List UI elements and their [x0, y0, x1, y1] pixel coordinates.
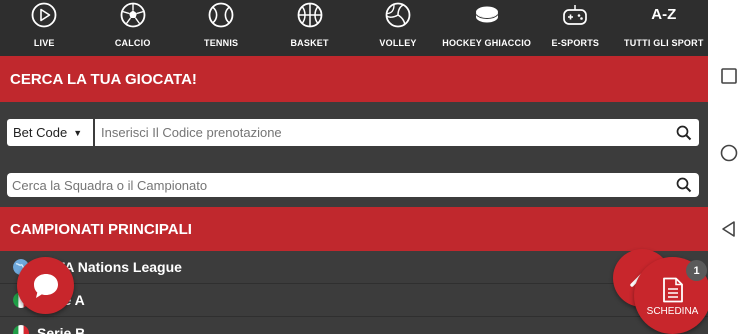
sport-tab-esports[interactable]: E-SPORTS	[531, 0, 619, 56]
sport-label: CALCIO	[114, 38, 151, 48]
league-name: Serie B	[37, 325, 86, 334]
league-item[interactable]: Serie A	[0, 284, 708, 317]
sport-tab-tennis[interactable]: TENNIS	[177, 0, 265, 56]
chat-button[interactable]	[17, 257, 74, 314]
gamepad-icon	[563, 5, 588, 25]
home-circle-icon[interactable]	[719, 143, 739, 163]
search-section-header: CERCA LA TUA GIOCATA!	[0, 56, 708, 102]
hockey-puck-icon	[475, 6, 499, 23]
bet-code-label: Bet Code	[13, 125, 68, 140]
app-screen: LIVE CALCIO TENNIS BASKET VOLLEY HOCKEY …	[0, 0, 708, 334]
league-item[interactable]: UEFA Nations League	[0, 251, 708, 284]
bet-slip-label: SCHEDINA	[646, 306, 699, 317]
sport-tab-hockey[interactable]: HOCKEY GHIACCIO	[442, 0, 531, 56]
booking-code-field	[95, 119, 699, 146]
chat-bubble-icon	[33, 273, 58, 298]
basketball-icon	[297, 2, 322, 28]
android-nav-bar	[708, 0, 750, 334]
sport-label: BASKET	[290, 38, 329, 48]
a-z-icon: A-Z	[651, 6, 677, 23]
volleyball-icon	[385, 2, 411, 28]
sport-label: TENNIS	[204, 38, 239, 48]
tennis-ball-icon	[208, 2, 234, 28]
recents-square-icon[interactable]	[719, 66, 739, 86]
caret-down-icon: ▼	[73, 127, 83, 138]
sport-label: E-SPORTS	[551, 38, 600, 48]
sport-label: LIVE	[33, 38, 55, 48]
team-search-input[interactable]	[7, 176, 603, 194]
italy-flag-icon	[13, 325, 29, 334]
play-circle-icon	[31, 2, 57, 28]
document-icon	[663, 277, 683, 303]
team-search-field	[7, 173, 699, 197]
sport-tab-all-sports[interactable]: A-Z TUTTI GLI SPORT	[620, 0, 708, 56]
search-icon[interactable]	[676, 125, 692, 141]
bet-code-dropdown[interactable]: Bet Code ▼	[7, 119, 93, 146]
sport-label: TUTTI GLI SPORT	[624, 38, 704, 48]
sport-tab-basket[interactable]: BASKET	[265, 0, 353, 56]
league-item[interactable]: Serie B	[0, 317, 708, 334]
sport-tab-volley[interactable]: VOLLEY	[354, 0, 442, 56]
leagues-section-title: CAMPIONATI PRINCIPALI	[10, 220, 192, 238]
search-section-title: CERCA LA TUA GIOCATA!	[10, 70, 197, 88]
sport-label: HOCKEY GHIACCIO	[442, 38, 532, 48]
booking-code-input[interactable]	[95, 124, 617, 141]
sport-tab-live[interactable]: LIVE	[0, 0, 88, 56]
soccer-ball-icon	[120, 2, 146, 28]
bet-slip-count-badge: 1	[686, 260, 707, 281]
search-icon[interactable]	[676, 177, 692, 193]
back-triangle-icon[interactable]	[719, 219, 739, 239]
sport-label: VOLLEY	[379, 38, 417, 48]
bet-code-search-row: Bet Code ▼	[7, 119, 699, 146]
sports-nav-bar: LIVE CALCIO TENNIS BASKET VOLLEY HOCKEY …	[0, 0, 708, 56]
sport-tab-calcio[interactable]: CALCIO	[88, 0, 176, 56]
leagues-section-header: CAMPIONATI PRINCIPALI	[0, 207, 708, 251]
